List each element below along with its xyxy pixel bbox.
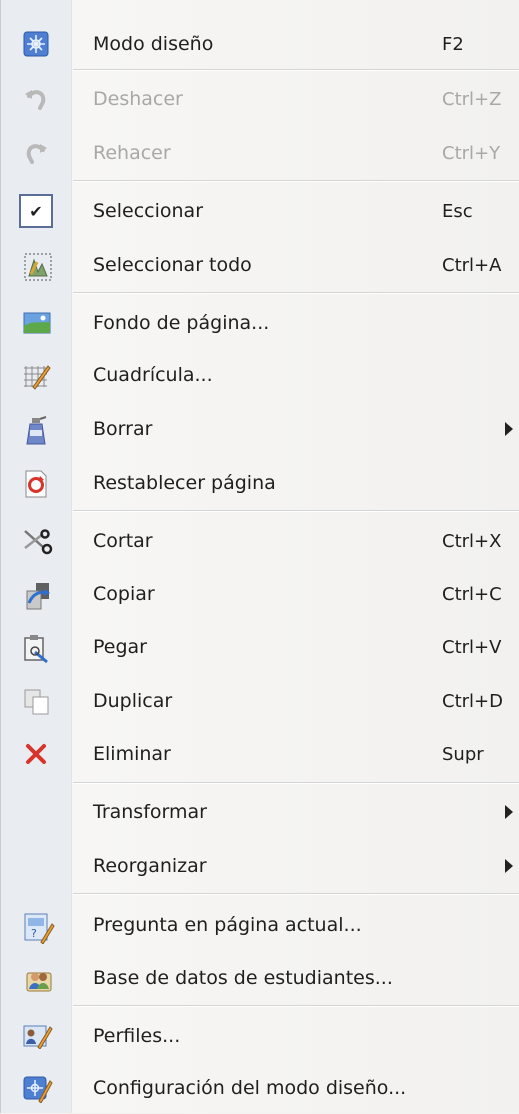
context-menu: Modo diseño F2 Deshacer Ctrl+Z Rehacer C…: [0, 0, 519, 1113]
question-page-icon: ?: [23, 912, 55, 945]
landscape-image-icon: [23, 310, 51, 336]
menu-item-label: Pegar: [93, 636, 147, 658]
menu-item-label: Perfiles...: [93, 1025, 181, 1047]
submenu-arrow-icon: [505, 805, 513, 819]
menu-item-label: Duplicar: [93, 690, 173, 712]
shortcut-label: Ctrl+X: [442, 530, 502, 552]
submenu-arrow-icon: [505, 859, 513, 873]
menu-item-label: Rehacer: [93, 142, 171, 164]
menu-separator: [73, 782, 519, 784]
menu-item-label: Copiar: [93, 583, 155, 605]
delete-x-icon: [23, 741, 49, 767]
menu-item-label: Reorganizar: [93, 855, 207, 877]
menu-item-copy[interactable]: Copiar Ctrl+C: [1, 568, 519, 620]
menu-item-paste[interactable]: Pegar Ctrl+V: [1, 621, 519, 673]
submenu-arrow-icon: [505, 422, 513, 436]
grid-pencil-icon: [23, 362, 51, 390]
scissors-icon: [23, 528, 53, 555]
checkmark-icon: ✔: [19, 194, 53, 228]
menu-item-profiles[interactable]: Perfiles...: [1, 1010, 519, 1062]
shortcut-label: Ctrl+V: [442, 636, 502, 658]
shortcut-label: F2: [442, 33, 464, 55]
menu-item-label: Configuración del modo diseño...: [93, 1077, 407, 1099]
menu-item-duplicate[interactable]: Duplicar Ctrl+D: [1, 675, 519, 727]
svg-text:?: ?: [31, 927, 37, 940]
shortcut-label: Ctrl+C: [442, 583, 502, 605]
menu-item-student-database[interactable]: Base de datos de estudiantes...: [1, 952, 519, 1004]
shortcut-label: Ctrl+A: [442, 254, 502, 276]
menu-item-label: Modo diseño: [93, 33, 214, 55]
menu-item-select-all[interactable]: Seleccionar todo Ctrl+A: [1, 239, 519, 291]
shortcut-label: Esc: [442, 200, 473, 222]
menu-separator: [73, 1005, 519, 1007]
student-database-icon: [23, 965, 52, 992]
menu-item-question-current-page[interactable]: ? Pregunta en página actual...: [1, 899, 519, 951]
menu-item-label: Cuadrícula...: [93, 364, 213, 386]
menu-item-erase[interactable]: Borrar: [1, 403, 519, 455]
menu-item-label: Borrar: [93, 418, 153, 440]
shortcut-label: Supr: [442, 743, 484, 765]
menu-item-label: Pregunta en página actual...: [93, 914, 362, 936]
shortcut-label: Ctrl+Y: [442, 142, 501, 164]
select-all-icon: [23, 252, 52, 281]
menu-item-label: Cortar: [93, 530, 153, 552]
menu-item-transform[interactable]: Transformar: [1, 786, 519, 838]
menu-item-label: Eliminar: [93, 743, 171, 765]
menu-item-label: Fondo de página...: [93, 312, 270, 334]
redo-icon: [23, 140, 49, 166]
menu-item-label: Base de datos de estudiantes...: [93, 967, 393, 989]
menu-item-reorganize[interactable]: Reorganizar: [1, 840, 519, 892]
menu-item-label: Deshacer: [93, 88, 183, 110]
paste-icon: [23, 634, 49, 664]
shortcut-label: Ctrl+D: [442, 690, 503, 712]
menu-item-label: Seleccionar: [93, 200, 204, 222]
profiles-icon: [23, 1023, 53, 1050]
menu-item-undo[interactable]: Deshacer Ctrl+Z: [1, 73, 519, 125]
menu-item-cut[interactable]: Cortar Ctrl+X: [1, 515, 519, 567]
menu-separator: [73, 69, 519, 71]
menu-item-design-mode-settings[interactable]: Configuración del modo diseño...: [1, 1062, 519, 1114]
undo-icon: [23, 86, 49, 112]
eraser-spray-icon: [23, 416, 49, 445]
menu-item-select[interactable]: ✔ Seleccionar Esc: [1, 185, 519, 237]
menu-item-delete[interactable]: Eliminar Supr: [1, 728, 519, 780]
shortcut-label: Ctrl+Z: [442, 88, 502, 110]
menu-item-redo[interactable]: Rehacer Ctrl+Y: [1, 127, 519, 179]
menu-item-label: Transformar: [93, 801, 207, 823]
design-settings-icon: [23, 1075, 53, 1104]
menu-item-reset-page[interactable]: Restablecer página: [1, 457, 519, 509]
menu-separator: [73, 180, 519, 182]
duplicate-icon: [23, 688, 49, 715]
menu-item-grid[interactable]: Cuadrícula...: [1, 349, 519, 401]
design-mode-icon: [23, 31, 49, 57]
menu-separator: [73, 292, 519, 294]
copy-icon: [23, 581, 50, 610]
menu-separator: [73, 510, 519, 512]
menu-item-label: Restablecer página: [93, 472, 276, 494]
refresh-page-icon: [23, 470, 49, 498]
menu-item-page-background[interactable]: Fondo de página...: [1, 297, 519, 349]
menu-separator: [73, 893, 519, 895]
menu-item-label: Seleccionar todo: [93, 254, 252, 276]
menu-item-design-mode[interactable]: Modo diseño F2: [1, 18, 519, 70]
